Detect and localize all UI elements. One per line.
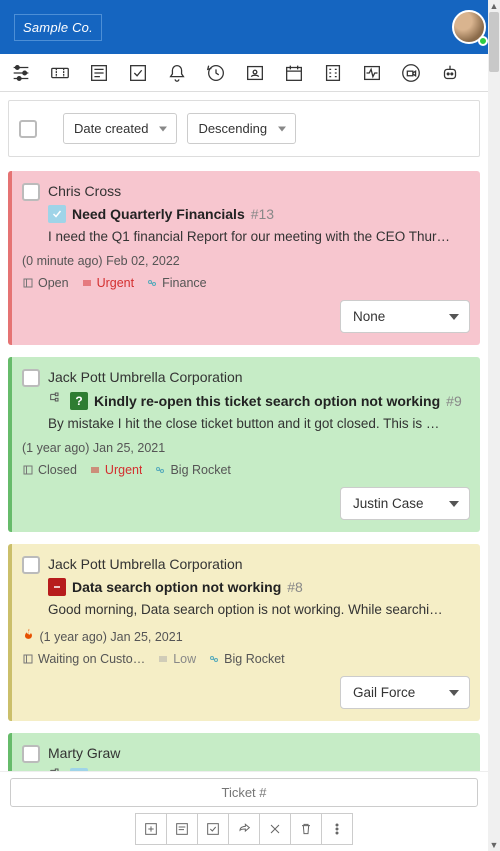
ticket-subject: Need Quarterly Financials — [72, 206, 245, 222]
status-icon: ? — [70, 392, 88, 410]
team-tag: Big Rocket — [208, 652, 284, 666]
ticket-meta: (1 year ago) Jan 25, 2021 — [22, 627, 470, 644]
status-tag: Waiting on Custo… — [22, 652, 145, 666]
status-tag: Open — [22, 276, 69, 290]
ticket-checkbox[interactable] — [22, 556, 40, 574]
ticket-list-scroll[interactable]: Date created Descending Chris Cross Need … — [0, 92, 488, 771]
calendar-icon[interactable] — [281, 60, 307, 86]
ticket-reporter: Jack Pott Umbrella Corporation — [48, 369, 470, 385]
select-all-checkbox[interactable] — [19, 120, 37, 138]
sort-direction-select[interactable]: Descending — [187, 113, 296, 144]
ticket-reporter: Jack Pott Umbrella Corporation — [48, 556, 470, 572]
ticket-tags: Open Urgent Finance — [22, 276, 470, 290]
ticket-tags: Closed Urgent Big Rocket — [22, 463, 470, 477]
ticket-subject: Kindly re-open this ticket search option… — [94, 393, 440, 409]
status-icon — [48, 578, 66, 596]
ticket-preview: Good morning, Data search option is not … — [48, 602, 470, 617]
team-tag: Big Rocket — [154, 463, 230, 477]
ticket-checkbox[interactable] — [22, 369, 40, 387]
priority-tag: Low — [157, 652, 196, 666]
bot-icon[interactable] — [437, 60, 463, 86]
trash-icon[interactable] — [290, 813, 322, 845]
ticket-tags: Waiting on Custo… Low Big Rocket — [22, 652, 470, 666]
user-avatar[interactable] — [452, 10, 486, 44]
check-icon[interactable] — [125, 60, 151, 86]
add-icon[interactable] — [135, 813, 167, 845]
ticket-meta: (1 year ago) Jan 25, 2021 — [22, 441, 470, 455]
ticket-number: #9 — [446, 393, 462, 409]
presence-dot — [478, 36, 488, 46]
status-tag: Closed — [22, 463, 77, 477]
ticket-number-input[interactable] — [10, 778, 478, 807]
video-icon[interactable] — [398, 60, 424, 86]
sliders-icon[interactable] — [8, 60, 34, 86]
ticket-card[interactable]: Marty GrawShipping Accounts#7Please add … — [8, 733, 480, 771]
ticket-reporter: Marty Graw — [48, 745, 470, 761]
list-icon[interactable] — [86, 60, 112, 86]
scroll-thumb[interactable] — [489, 12, 499, 72]
ticket-card[interactable]: Chris Cross Need Quarterly Financials #13 I… — [8, 171, 480, 345]
ticket-meta: (0 minute ago) Feb 02, 2022 — [22, 254, 470, 268]
ticket-preview: I need the Q1 financial Report for our m… — [48, 229, 470, 244]
ticket-age: (1 year ago) — [22, 441, 89, 455]
note-icon[interactable] — [166, 813, 198, 845]
ticket-subject: Data search option not working — [72, 579, 281, 595]
bell-icon[interactable] — [164, 60, 190, 86]
sort-field-select[interactable]: Date created — [63, 113, 177, 144]
team-tag: Finance — [146, 276, 206, 290]
top-bar: Sample Co. — [0, 0, 500, 54]
sort-controls: Date created Descending — [8, 100, 480, 157]
priority-tag: Urgent — [81, 276, 135, 290]
ticket-reporter: Chris Cross — [48, 183, 470, 199]
heartbeat-icon[interactable] — [359, 60, 385, 86]
scroll-down-arrow[interactable]: ▼ — [488, 839, 500, 851]
contact-icon[interactable] — [242, 60, 268, 86]
ticket-number: #8 — [287, 579, 303, 595]
history-icon[interactable] — [203, 60, 229, 86]
ticket-date: Jan 25, 2021 — [93, 441, 165, 455]
assignee-select[interactable]: Gail Force — [340, 676, 470, 709]
ticket-number: #13 — [251, 206, 274, 222]
building-icon[interactable] — [320, 60, 346, 86]
ticket-age: (0 minute ago) — [22, 254, 103, 268]
assignee-select[interactable]: None — [340, 300, 470, 333]
ticket-card[interactable]: Jack Pott Umbrella Corporation Data searc… — [8, 544, 480, 721]
scroll-up-arrow[interactable]: ▲ — [488, 0, 500, 12]
footer-actions — [10, 813, 478, 845]
status-icon — [48, 205, 66, 223]
brand-logo: Sample Co. — [14, 14, 102, 41]
ticket-checkbox[interactable] — [22, 745, 40, 763]
ticket-checkbox[interactable] — [22, 183, 40, 201]
priority-tag: Urgent — [89, 463, 143, 477]
more-icon[interactable] — [321, 813, 353, 845]
ticket-preview: By mistake I hit the close ticket button… — [48, 416, 470, 431]
thread-icon — [48, 391, 64, 410]
ticket-icon[interactable] — [47, 60, 73, 86]
ticket-date: Jan 25, 2021 — [110, 630, 182, 644]
footer-bar — [0, 771, 488, 851]
fire-icon — [22, 630, 36, 644]
approve-icon[interactable] — [197, 813, 229, 845]
close-icon[interactable] — [259, 813, 291, 845]
assignee-select[interactable]: Justin Case — [340, 487, 470, 520]
nav-icon-bar — [0, 54, 500, 92]
ticket-card[interactable]: Jack Pott Umbrella Corporation? Kindly re… — [8, 357, 480, 532]
ticket-date: Feb 02, 2022 — [106, 254, 180, 268]
vertical-scrollbar[interactable]: ▲ ▼ — [488, 0, 500, 851]
ticket-age: (1 year ago) — [39, 630, 106, 644]
forward-icon[interactable] — [228, 813, 260, 845]
